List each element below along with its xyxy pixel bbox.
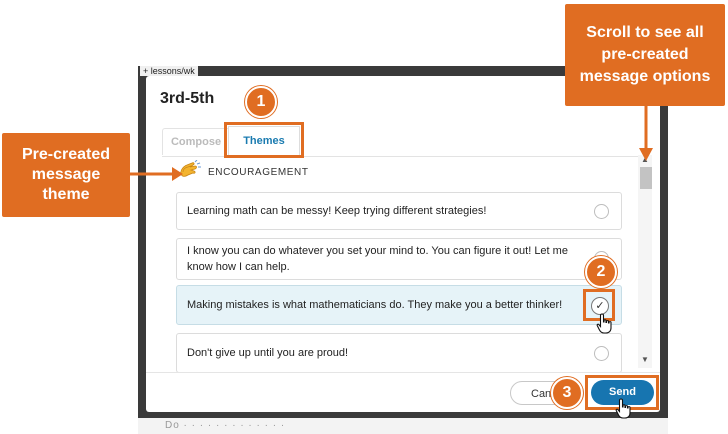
message-radio[interactable] <box>594 204 609 219</box>
scroll-down-arrow-icon[interactable]: ▼ <box>641 355 649 364</box>
callout-theme: Pre-created message theme <box>2 133 130 217</box>
step-badge-2: 2 <box>585 256 617 288</box>
message-option[interactable]: Learning math can be messy! Keep trying … <box>176 192 622 230</box>
message-option[interactable]: Don't give up until you are proud! <box>176 333 622 373</box>
message-option-selected[interactable]: Making mistakes is what mathematicians d… <box>176 285 622 325</box>
callout-theme-text: Pre-created message theme <box>21 146 111 203</box>
message-radio[interactable] <box>594 346 609 361</box>
themes-tab-highlight <box>224 122 304 158</box>
background-breadcrumb: + lessons/wk <box>140 66 198 76</box>
message-text: I know you can do whatever you set your … <box>187 245 568 273</box>
hand-cursor-icon <box>596 313 614 340</box>
callout-scroll-arrow-icon <box>639 104 653 161</box>
message-option[interactable]: I know you can do whatever you set your … <box>176 238 622 280</box>
step-badge-1: 1 <box>245 86 277 118</box>
step-badge-3: 3 <box>551 377 583 409</box>
background-footer-text: Do · · · · · · · · · · · · · <box>165 420 286 431</box>
tab-compose[interactable]: Compose <box>162 128 230 155</box>
scrollbar-thumb[interactable] <box>640 167 652 189</box>
dialog-title: 3rd-5th <box>160 90 215 107</box>
callout-scroll: Scroll to see all pre-created message op… <box>565 4 725 106</box>
theme-header: ENCOURAGEMENT <box>178 159 309 182</box>
callout-theme-arrow-icon <box>130 167 183 181</box>
hand-cursor-icon <box>615 398 633 425</box>
message-text: Making mistakes is what mathematicians d… <box>187 299 563 311</box>
footer-divider <box>146 372 660 373</box>
theme-label: ENCOURAGEMENT <box>208 166 309 178</box>
callout-scroll-text: Scroll to see all pre-created message op… <box>579 24 711 85</box>
message-text: Learning math can be messy! Keep trying … <box>187 205 487 217</box>
message-text: Don't give up until you are proud! <box>187 347 349 359</box>
